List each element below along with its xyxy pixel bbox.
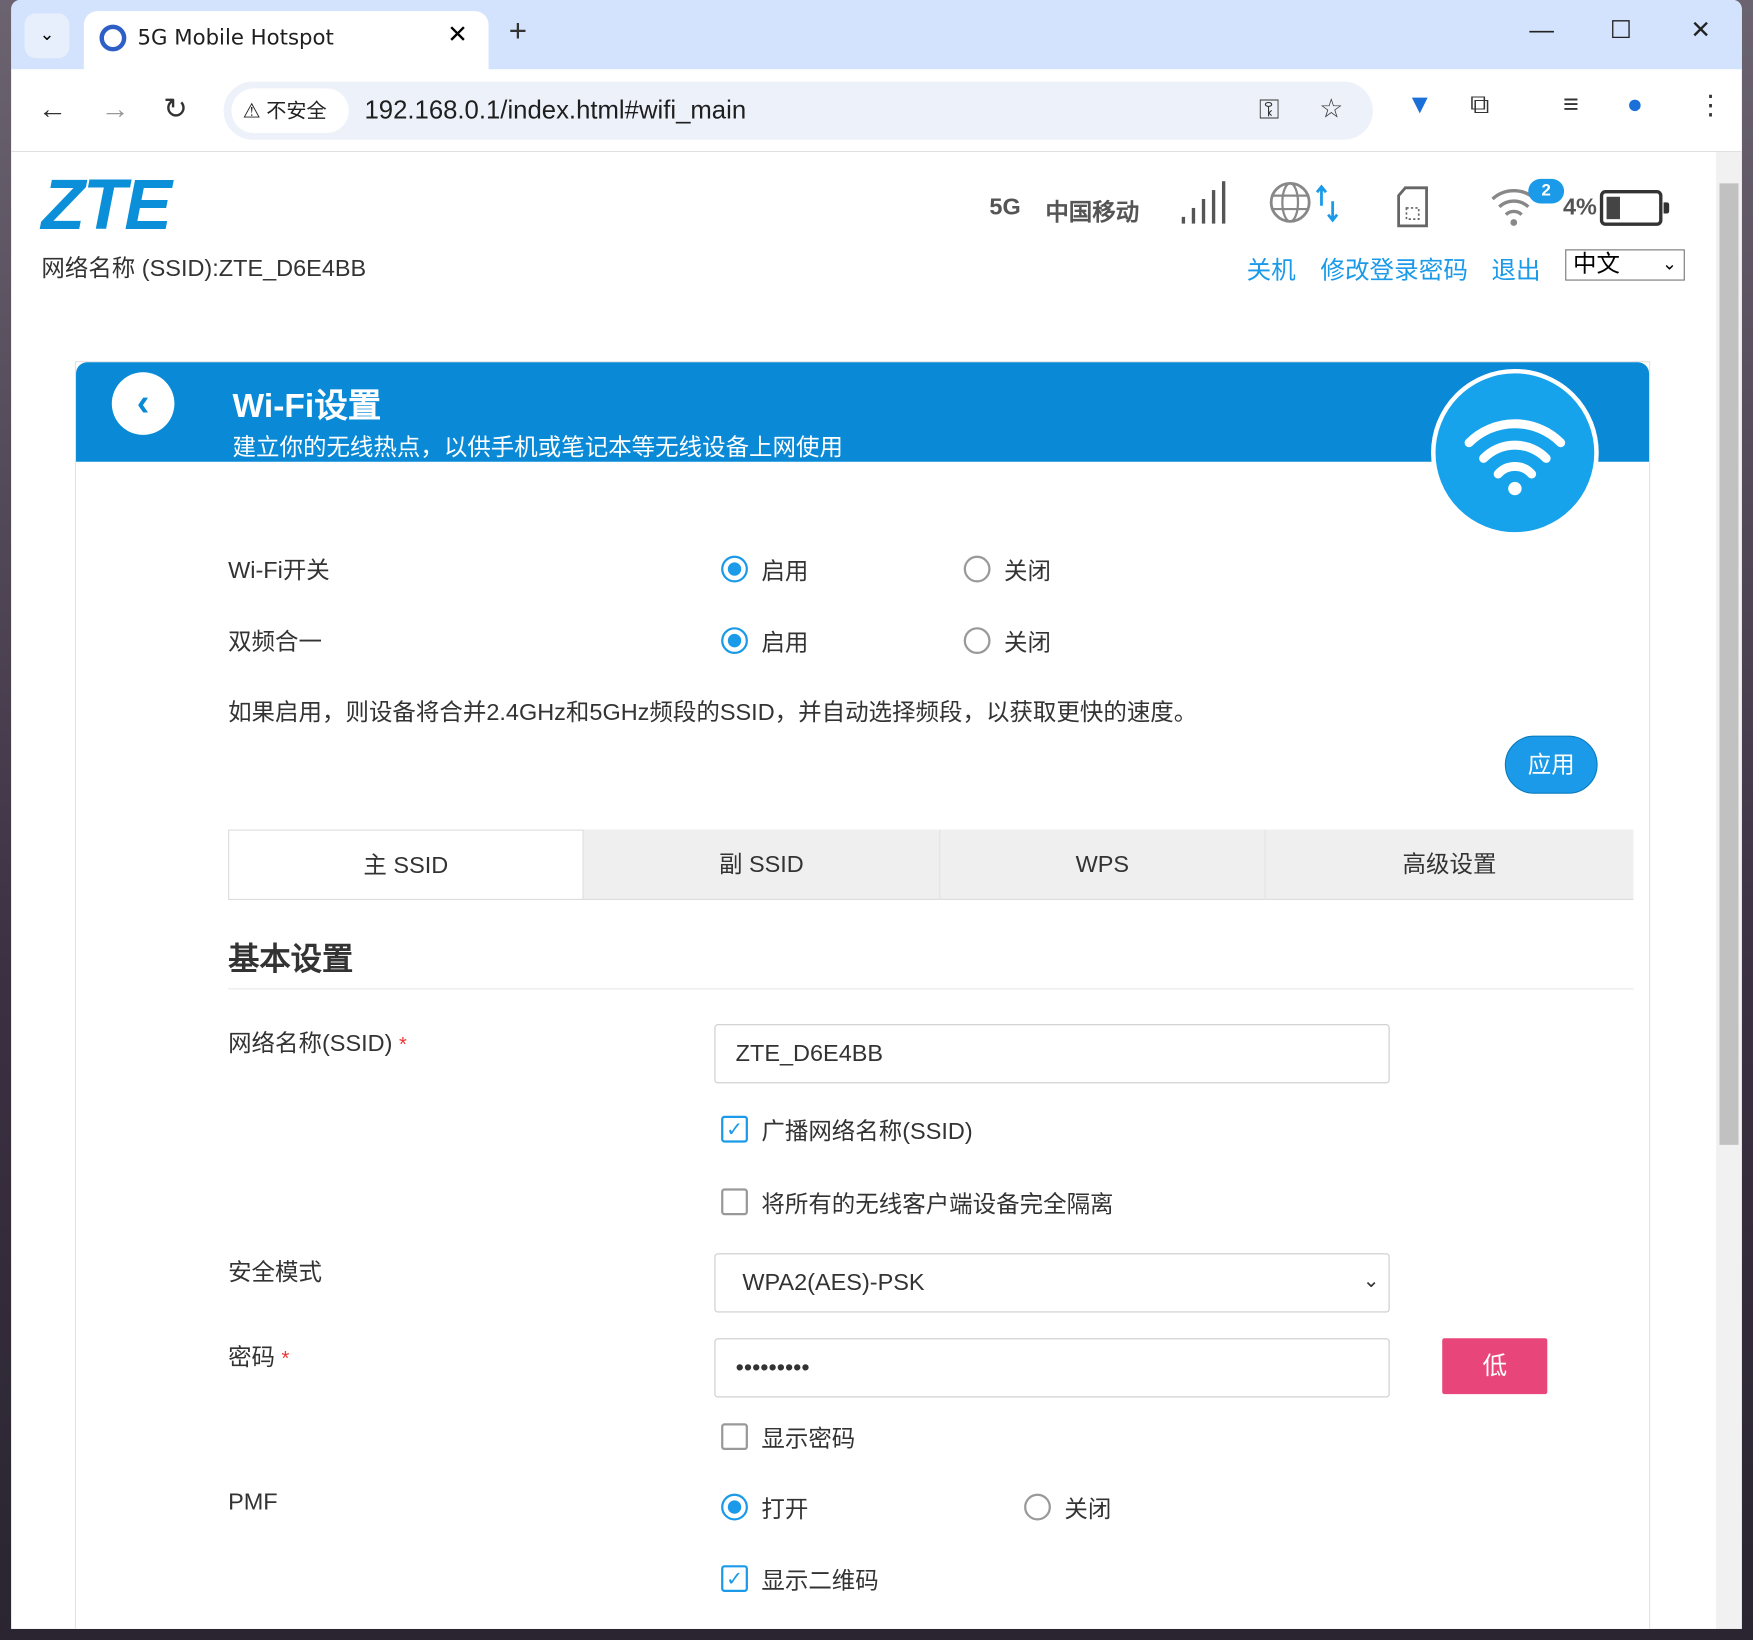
url-text[interactable]: 192.168.0.1/index.html#wifi_main: [364, 95, 746, 125]
password-label: 密码 *: [228, 1344, 290, 1371]
key-icon[interactable]: ⚿: [1259, 95, 1279, 126]
tab-search-button[interactable]: ⌄: [24, 13, 70, 59]
browser-window: ⌄ 5G Mobile Hotspot ✕ + — ☐ ✕ ← → ↻ ⚠ 不安…: [11, 0, 1742, 1629]
required-mark: *: [398, 1033, 407, 1056]
tab-main-ssid[interactable]: 主 SSID: [228, 829, 584, 900]
dual-band-label: 双频合一: [228, 629, 322, 656]
dual-band-off-label: 关闭: [1003, 630, 1051, 657]
close-tab-icon[interactable]: ✕: [447, 20, 468, 49]
show-qr-checkbox[interactable]: ✓: [721, 1565, 748, 1593]
warning-icon: ⚠: [242, 99, 267, 122]
security-mode-select[interactable]: WPA2(AES)-PSK ⌄: [714, 1253, 1390, 1313]
zte-logo: ZTE: [41, 164, 172, 245]
tab-wps[interactable]: WPS: [940, 829, 1266, 900]
globe-data-icon: [1269, 181, 1339, 223]
divider: [228, 988, 1634, 990]
wifi-off-label: 关闭: [1003, 559, 1051, 585]
extension-icon[interactable]: ▼: [1406, 89, 1433, 120]
profile-avatar-icon[interactable]: ●: [1627, 89, 1643, 120]
star-icon[interactable]: ☆: [1319, 93, 1343, 125]
client-isolation-label: 将所有的无线客户端设备完全隔离: [761, 1191, 1114, 1218]
ssid-label: 网络名称(SSID) *: [228, 1030, 407, 1057]
password-input[interactable]: •••••••••: [714, 1338, 1390, 1398]
pmf-on-radio[interactable]: [721, 1493, 748, 1521]
dual-band-on-radio[interactable]: [721, 627, 748, 655]
wifi-switch-label: Wi-Fi开关: [228, 557, 330, 584]
minimize-button[interactable]: —: [1529, 16, 1554, 45]
security-mode-label: 安全模式: [228, 1259, 322, 1286]
chevron-down-icon: ⌄: [1662, 254, 1677, 274]
required-mark: *: [281, 1347, 290, 1370]
sim-card-icon: [1397, 186, 1428, 228]
chevron-down-icon: ⌄: [1362, 1268, 1380, 1292]
tab-title: 5G Mobile Hotspot: [137, 25, 334, 51]
panel-header: ‹ Wi-Fi设置 建立你的无线热点，以供手机或笔记本等无线设备上网使用: [76, 362, 1650, 462]
scrollbar-thumb[interactable]: [1719, 183, 1739, 1145]
ssid-tabs: 主 SSID 副 SSID WPS 高级设置: [228, 829, 1634, 900]
signal-strength-icon: [1181, 181, 1226, 224]
menu-icon[interactable]: ⋮: [1697, 89, 1724, 121]
language-value: 中文: [1573, 251, 1620, 278]
logout-link[interactable]: 退出: [1491, 250, 1540, 286]
security-chip[interactable]: ⚠ 不安全: [231, 88, 349, 134]
language-select[interactable]: 中文 ⌄: [1565, 249, 1685, 281]
page-title: Wi-Fi设置: [232, 387, 382, 425]
page-subtitle: 建立你的无线热点，以供手机或笔记本等无线设备上网使用: [232, 434, 843, 461]
maximize-button[interactable]: ☐: [1610, 16, 1632, 45]
ssid-input[interactable]: ZTE_D6E4BB: [714, 1024, 1390, 1084]
new-tab-button[interactable]: +: [509, 13, 527, 49]
broadcast-ssid-checkbox[interactable]: ✓: [721, 1115, 748, 1143]
toolbar: ← → ↻ ⚠ 不安全 192.168.0.1/index.html#wifi_…: [11, 69, 1742, 153]
dual-band-on-label: 启用: [761, 630, 809, 657]
tab-guest-ssid[interactable]: 副 SSID: [584, 829, 941, 900]
carrier-name: 中国移动: [1045, 200, 1140, 226]
broadcast-ssid-label: 广播网络名称(SSID): [761, 1119, 973, 1145]
pmf-off-radio[interactable]: [1024, 1493, 1051, 1521]
close-window-button[interactable]: ✕: [1690, 16, 1711, 45]
forward-button[interactable]: →: [101, 92, 130, 127]
basic-settings-heading: 基本设置: [228, 941, 354, 977]
dual-band-note: 如果启用，则设备将合并2.4GHz和5GHz频段的SSID，并自动选择频段，以获…: [228, 699, 1198, 726]
wifi-settings-panel: ‹ Wi-Fi设置 建立你的无线热点，以供手机或笔记本等无线设备上网使用 Wi-…: [74, 361, 1651, 1629]
security-mode-value: WPA2(AES)-PSK: [742, 1270, 925, 1296]
media-icon[interactable]: ≡: [1563, 89, 1579, 120]
client-isolation-checkbox[interactable]: [721, 1188, 748, 1216]
page-content: ZTE 网络名称 (SSID):ZTE_D6E4BB 5G 中国移动 2 4% …: [11, 152, 1717, 1629]
security-label: 不安全: [266, 99, 327, 122]
shutdown-link[interactable]: 关机: [1247, 250, 1296, 286]
reload-button[interactable]: ↻: [163, 92, 187, 127]
back-button[interactable]: ←: [38, 92, 67, 127]
browser-tab[interactable]: 5G Mobile Hotspot ✕: [83, 11, 489, 70]
ssid-display: 网络名称 (SSID):ZTE_D6E4BB: [41, 256, 367, 282]
pmf-on-label: 打开: [761, 1497, 809, 1523]
wifi-off-radio[interactable]: [963, 555, 991, 583]
dual-band-off-radio[interactable]: [963, 627, 991, 655]
show-password-checkbox[interactable]: [721, 1423, 748, 1451]
apply-button[interactable]: 应用: [1504, 735, 1598, 794]
pmf-label: PMF: [228, 1489, 278, 1515]
extensions-puzzle-icon[interactable]: ⧉: [1470, 89, 1489, 120]
show-qr-label: 显示二维码: [761, 1568, 879, 1595]
tab-strip: ⌄ 5G Mobile Hotspot ✕ + — ☐ ✕: [11, 0, 1742, 70]
address-bar[interactable]: ⚠ 不安全 192.168.0.1/index.html#wifi_main ⚿…: [223, 81, 1373, 140]
scrollbar[interactable]: [1716, 152, 1742, 1629]
back-button[interactable]: ‹: [111, 372, 175, 435]
battery-icon: [1599, 190, 1670, 226]
battery-percent: 4%: [1562, 194, 1597, 221]
network-type: 5G: [989, 194, 1021, 221]
tab-advanced[interactable]: 高级设置: [1266, 830, 1634, 900]
wifi-icon: [1431, 368, 1599, 537]
wifi-on-label: 启用: [761, 559, 809, 585]
change-password-link[interactable]: 修改登录密码: [1320, 250, 1468, 286]
password-strength-indicator: 低: [1442, 1338, 1548, 1395]
pmf-off-label: 关闭: [1064, 1497, 1112, 1523]
connected-devices-badge: 2: [1528, 178, 1565, 204]
favicon-icon: [99, 24, 127, 52]
show-password-label: 显示密码: [761, 1426, 856, 1453]
wifi-on-radio[interactable]: [721, 555, 748, 583]
